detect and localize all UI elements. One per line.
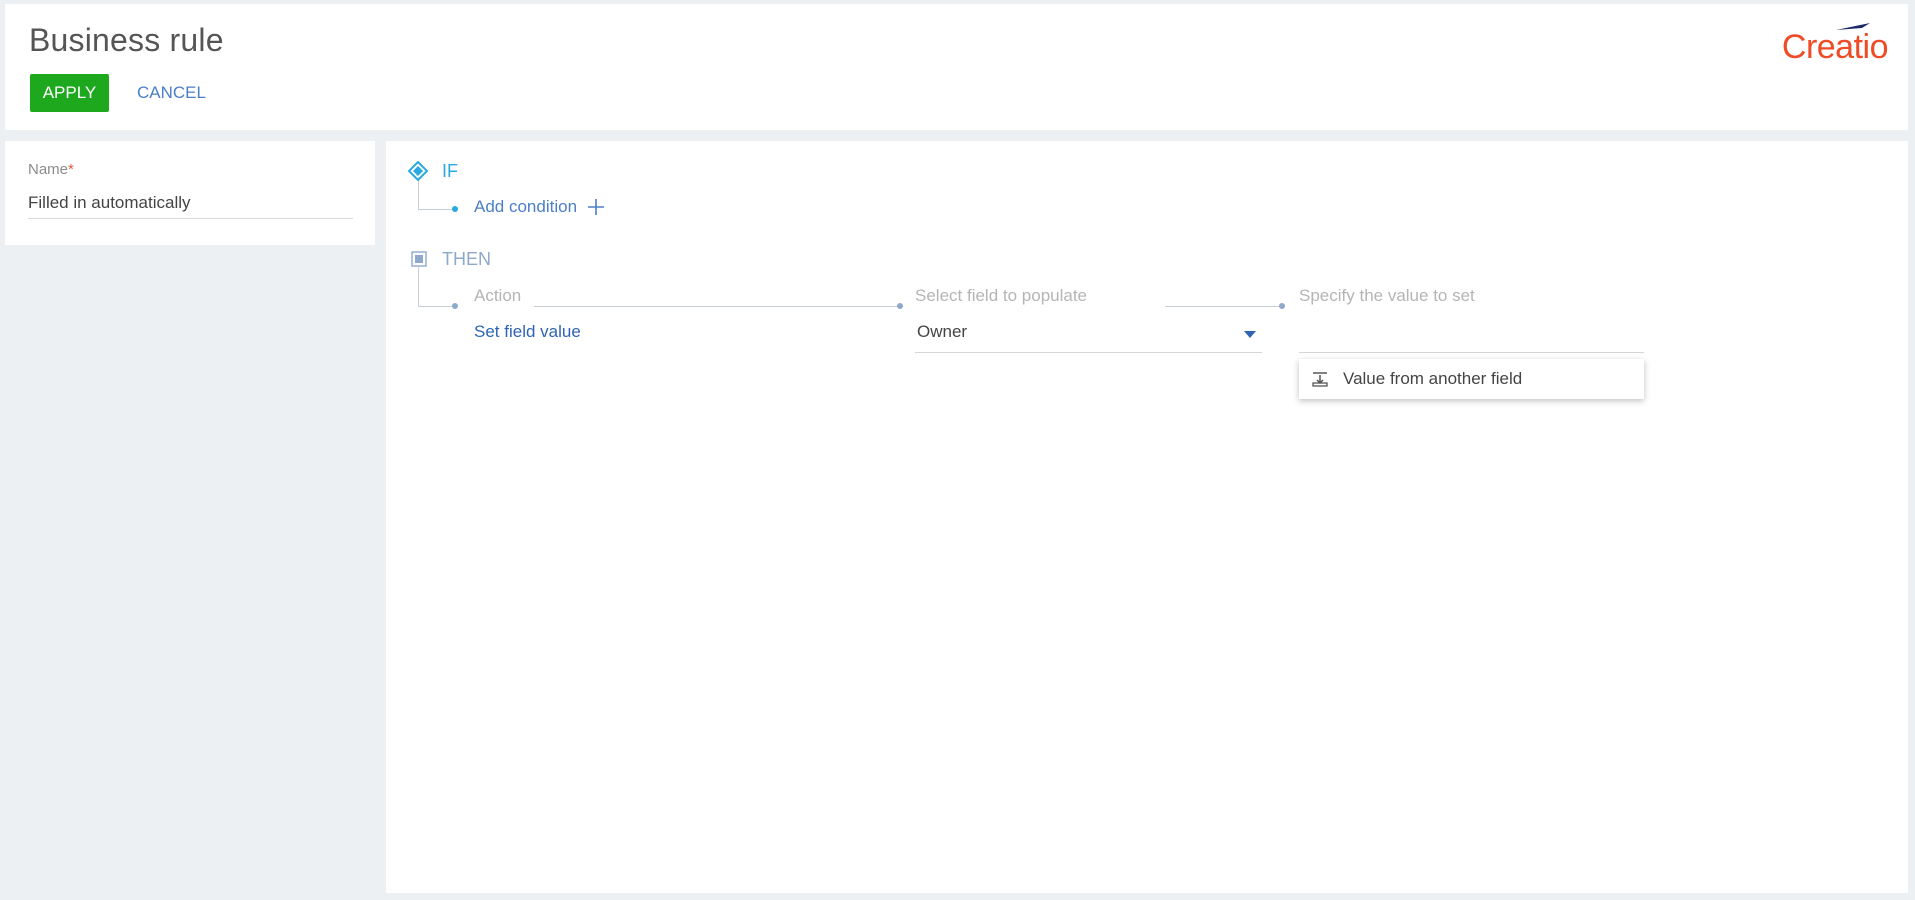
creatio-logo: Creatio <box>1758 18 1889 66</box>
tree-branch-action <box>418 306 456 307</box>
value-source-dropdown[interactable]: Value from another field <box>1299 359 1644 399</box>
add-condition-button[interactable]: Add condition <box>474 197 605 217</box>
action-set-field-value[interactable]: Set field value <box>474 322 581 342</box>
then-square-icon <box>411 251 427 267</box>
properties-panel: Name* <box>5 141 375 245</box>
action-node <box>452 303 458 309</box>
condition-node <box>452 206 458 212</box>
rule-editor: IF Add condition THEN Action Select fiel… <box>386 141 1908 893</box>
action-column-header: Action <box>474 286 522 305</box>
tree-branch-condition <box>418 209 456 210</box>
value-column-header: Specify the value to set <box>1299 286 1475 305</box>
field-node <box>897 303 903 309</box>
field-select-value: Owner <box>917 322 968 341</box>
name-label-text: Name <box>28 161 69 178</box>
connector-field-value <box>1165 306 1282 307</box>
name-input[interactable] <box>28 187 353 219</box>
tree-line-if <box>418 177 419 209</box>
field-column-header: Select field to populate <box>915 286 1088 305</box>
if-diamond-icon <box>408 161 428 181</box>
plus-icon <box>588 199 605 215</box>
then-label: THEN <box>442 249 491 269</box>
add-condition-label: Add condition <box>474 197 578 216</box>
field-source-icon <box>1312 372 1328 387</box>
connector-action-field <box>534 306 900 307</box>
name-field-label: Name* <box>28 161 74 178</box>
value-node <box>1279 303 1285 309</box>
if-label: IF <box>442 161 458 181</box>
page-title: Business rule <box>29 22 224 58</box>
field-select[interactable]: Owner <box>915 317 1262 353</box>
cancel-button[interactable]: CANCEL <box>131 74 212 112</box>
apply-button[interactable]: APPLY <box>30 74 109 112</box>
tree-line-then <box>418 267 419 306</box>
logo-text: Creatio <box>1781 28 1889 66</box>
value-input[interactable] <box>1299 317 1644 353</box>
required-mark: * <box>68 161 74 178</box>
chevron-down-icon[interactable] <box>1244 331 1256 338</box>
dropdown-item-value-from-another-field[interactable]: Value from another field <box>1343 369 1522 389</box>
page-header: Business rule APPLY CANCEL Creatio <box>5 4 1908 130</box>
